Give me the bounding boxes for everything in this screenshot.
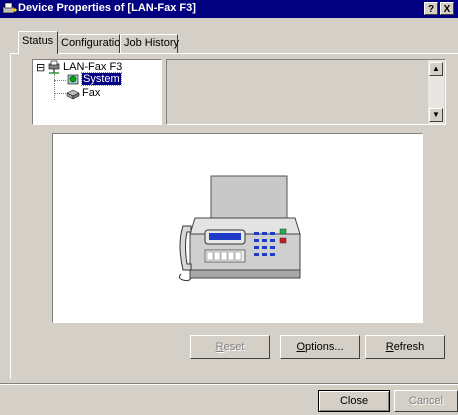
options-button[interactable]: Options...	[280, 335, 360, 359]
vertical-scrollbar[interactable]: ▲ ▼	[428, 60, 444, 124]
tree-item-fax[interactable]: Fax	[82, 87, 100, 99]
system-icon	[67, 74, 79, 85]
device-tree[interactable]: ⊟ LAN-Fax F3 System Fax	[32, 59, 162, 125]
scroll-up-button[interactable]: ▲	[429, 62, 443, 76]
device-picture-frame	[52, 133, 423, 323]
status-info-box	[166, 59, 446, 125]
printer-app-icon[interactable]	[2, 1, 18, 17]
tree-collapse-icon[interactable]: ⊟	[36, 61, 45, 74]
tree-item-system[interactable]: System	[81, 72, 122, 86]
close-button[interactable]: Close	[318, 390, 390, 412]
window-title: Device Properties of [LAN-Fax F3]	[18, 2, 196, 14]
close-window-button[interactable]: X	[440, 2, 454, 15]
tab-status[interactable]: Status	[18, 31, 58, 54]
scroll-down-button[interactable]: ▼	[429, 108, 443, 122]
dialog-separator	[0, 383, 458, 385]
fax-machine-illustration	[178, 175, 301, 282]
network-printer-icon	[48, 60, 60, 74]
fax-device-icon	[66, 89, 80, 100]
reset-button[interactable]: Reset	[190, 335, 270, 359]
cancel-button[interactable]: Cancel	[394, 390, 458, 412]
help-button[interactable]: ?	[424, 2, 438, 15]
tab-configuration[interactable]: Configuration	[57, 34, 126, 53]
tab-job-history[interactable]: Job History	[120, 34, 179, 53]
refresh-button[interactable]: Refresh	[365, 335, 445, 359]
